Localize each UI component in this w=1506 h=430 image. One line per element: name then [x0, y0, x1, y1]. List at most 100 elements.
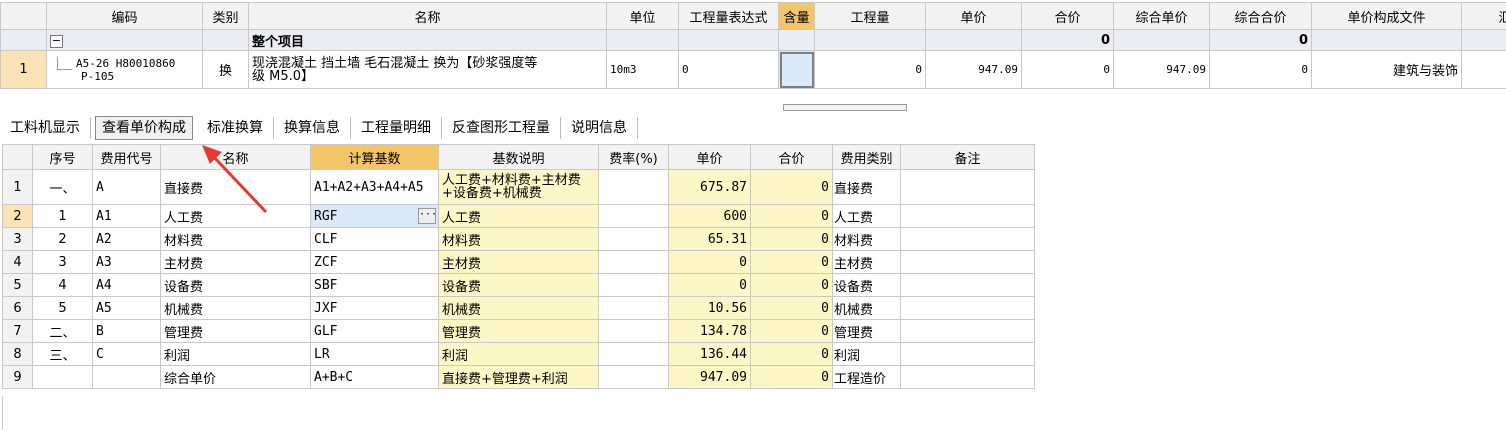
header-price[interactable]: 单价 [668, 144, 751, 170]
fee-name-cell[interactable]: 材料费 [160, 227, 311, 251]
fee-type-cell[interactable]: 直接费 [832, 169, 901, 205]
tab-conversion-info[interactable]: 换算信息 [274, 117, 351, 139]
price-cell[interactable]: 0 [668, 250, 751, 274]
price-row[interactable]: 1 一、 A 直接费 A1+A2+A3+A4+A5 人工费+材料费+主材费+设备费+机械费… [2, 169, 1035, 205]
base-desc-cell[interactable]: 机械费 [438, 296, 599, 320]
header-composite-total[interactable]: 综合合价 [1209, 2, 1312, 30]
amount-cell[interactable]: 0 [750, 319, 833, 343]
base-desc-cell[interactable]: 利润 [438, 342, 599, 366]
calc-base-cell[interactable]: CLF [310, 227, 439, 251]
note-cell[interactable] [900, 204, 1035, 228]
tab-description-info[interactable]: 说明信息 [561, 117, 638, 139]
note-cell[interactable] [900, 273, 1035, 297]
amount-cell[interactable]: 0 [750, 342, 833, 366]
fee-code-cell[interactable]: A [92, 169, 161, 205]
header-fee-code[interactable]: 费用代号 [92, 144, 161, 170]
calc-base-cell[interactable]: A1+A2+A3+A4+A5 [310, 169, 439, 205]
fee-type-cell[interactable]: 材料费 [832, 227, 901, 251]
header-total[interactable]: 合价 [1021, 2, 1114, 30]
seq-cell[interactable] [32, 365, 93, 389]
item-unit-price[interactable]: 947.09 [925, 50, 1022, 89]
header-name[interactable]: 名称 [248, 2, 607, 30]
header-seq[interactable]: 序号 [32, 144, 93, 170]
header-composite-price[interactable]: 综合单价 [1113, 2, 1210, 30]
fee-name-cell[interactable]: 人工费 [160, 204, 311, 228]
item-category[interactable]: 换 [202, 50, 249, 89]
seq-cell[interactable]: 二、 [32, 319, 93, 343]
fee-type-cell[interactable]: 机械费 [832, 296, 901, 320]
base-desc-cell[interactable]: 材料费 [438, 227, 599, 251]
rate-cell[interactable] [598, 296, 669, 320]
calc-base-cell[interactable]: A+B+C [310, 365, 439, 389]
fee-name-cell[interactable]: 综合单价 [160, 365, 311, 389]
header-expression[interactable]: 工程量表达式 [678, 2, 779, 30]
calc-base-cell[interactable]: SBF [310, 273, 439, 297]
header-calc-base[interactable]: 计算基数 [310, 144, 439, 170]
header-quantity[interactable]: 工程量 [814, 2, 926, 30]
price-row[interactable]: 4 3 A3 主材费 ZCF 主材费 0 0 主材费 [2, 250, 1035, 274]
fee-type-cell[interactable]: 设备费 [832, 273, 901, 297]
fee-code-cell[interactable]: A5 [92, 296, 161, 320]
header-category[interactable]: 类别 [202, 2, 249, 30]
price-cell[interactable]: 600 [668, 204, 751, 228]
base-desc-cell[interactable]: 人工费+材料费+主材费+设备费+机械费 [438, 169, 599, 205]
tab-quantity-details[interactable]: 工程量明细 [351, 117, 442, 139]
header-price-file[interactable]: 单价构成文件 [1311, 2, 1462, 30]
tab-unit-price-composition[interactable]: 查看单价构成 [95, 116, 193, 140]
note-cell[interactable] [900, 169, 1035, 205]
calc-base-cell[interactable]: GLF [310, 319, 439, 343]
price-row[interactable]: 6 5 A5 机械费 JXF 机械费 10.56 0 机械费 [2, 296, 1035, 320]
fee-name-cell[interactable]: 设备费 [160, 273, 311, 297]
price-row[interactable]: 3 2 A2 材料费 CLF 材料费 65.31 0 材料费 [2, 227, 1035, 251]
item-price-file[interactable]: 建筑与装饰 [1311, 50, 1462, 89]
header-note[interactable]: 备注 [900, 144, 1035, 170]
fee-code-cell[interactable]: B [92, 319, 161, 343]
item-code[interactable]: A5-26 H80010860 P-105 [46, 50, 203, 89]
collapse-toggle[interactable]: − [50, 34, 63, 48]
price-cell[interactable]: 10.56 [668, 296, 751, 320]
row-number[interactable]: 5 [2, 273, 33, 297]
base-desc-cell[interactable]: 主材费 [438, 250, 599, 274]
rate-cell[interactable] [598, 319, 669, 343]
row-number[interactable]: 1 [0, 50, 47, 89]
header-summary[interactable]: 汇总 [1461, 2, 1506, 30]
tab-labor-material-machine[interactable]: 工料机显示 [0, 117, 91, 139]
fee-type-cell[interactable]: 利润 [832, 342, 901, 366]
price-cell[interactable]: 947.09 [668, 365, 751, 389]
rate-cell[interactable] [598, 250, 669, 274]
amount-cell[interactable]: 0 [750, 169, 833, 205]
row-number[interactable]: 6 [2, 296, 33, 320]
fee-name-cell[interactable]: 直接费 [160, 169, 311, 205]
rate-cell[interactable] [598, 204, 669, 228]
rate-cell[interactable] [598, 273, 669, 297]
header-unit-price[interactable]: 单价 [925, 2, 1022, 30]
note-cell[interactable] [900, 250, 1035, 274]
item-content-cell[interactable] [778, 50, 815, 89]
rate-cell[interactable] [598, 365, 669, 389]
seq-cell[interactable]: 4 [32, 273, 93, 297]
fee-code-cell[interactable] [92, 365, 161, 389]
item-composite-price[interactable]: 947.09 [1113, 50, 1210, 89]
fee-name-cell[interactable]: 主材费 [160, 250, 311, 274]
header-rownum[interactable] [2, 144, 33, 170]
seq-cell[interactable]: 3 [32, 250, 93, 274]
price-cell[interactable]: 675.87 [668, 169, 751, 205]
rate-cell[interactable] [598, 227, 669, 251]
price-row[interactable]: 2 1 A1 人工费 RGF ··· 人工费 600 0 人工费 [2, 204, 1035, 228]
price-row[interactable]: 9 综合单价 A+B+C 直接费+管理费+利润 947.09 0 工程造价 [2, 365, 1035, 389]
tab-standard-conversion[interactable]: 标准换算 [197, 117, 274, 139]
group-row[interactable]: − 整个项目 0 0 [0, 29, 1506, 51]
base-desc-cell[interactable]: 人工费 [438, 204, 599, 228]
panel-splitter[interactable] [783, 104, 907, 111]
item-expression[interactable]: 0 [678, 50, 779, 89]
item-name[interactable]: 现浇混凝土 挡土墙 毛石混凝土 换为【砂浆强度等级 M5.0】 [248, 50, 607, 89]
row-number[interactable]: 9 [2, 365, 33, 389]
item-unit[interactable]: 10m3 [606, 50, 679, 89]
base-desc-cell[interactable]: 直接费+管理费+利润 [438, 365, 599, 389]
header-rate[interactable]: 费率(%) [598, 144, 669, 170]
fee-code-cell[interactable]: A1 [92, 204, 161, 228]
price-row[interactable]: 8 三、 C 利润 LR 利润 136.44 0 利润 [2, 342, 1035, 366]
seq-cell[interactable]: 一、 [32, 169, 93, 205]
ellipsis-button[interactable]: ··· [418, 208, 437, 224]
amount-cell[interactable]: 0 [750, 273, 833, 297]
